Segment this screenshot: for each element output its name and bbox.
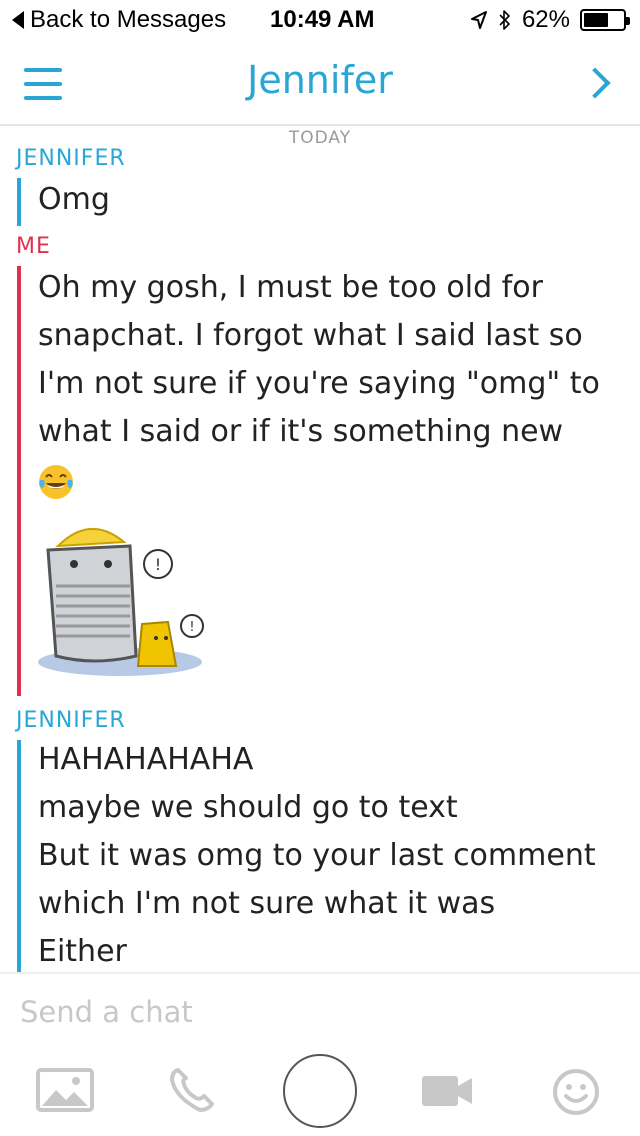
message-text: Omg (38, 176, 110, 224)
status-time: 10:49 AM (270, 6, 375, 33)
battery-level-fill (584, 13, 608, 27)
back-arrow-icon (12, 11, 24, 29)
message-line: Oh my gosh, I must be too old for (38, 270, 543, 305)
composer-divider (0, 972, 640, 974)
message-text: HAHAHAHAHA maybe we should go to text Bu… (38, 736, 596, 976)
tears-of-joy-emoji (39, 465, 73, 499)
location-arrow-icon (470, 11, 487, 29)
chat-header: Jennifer (0, 40, 640, 126)
message-line: HAHAHAHAHA (38, 742, 254, 777)
message-line: which I'm not sure what it was (38, 886, 496, 921)
bluetooth-icon (499, 10, 510, 30)
svg-text:!: ! (189, 620, 194, 635)
camera-shutter-button[interactable] (283, 1054, 357, 1128)
svg-text:!: ! (155, 555, 161, 574)
message-line: snapchat. I forgot what I said last so (38, 318, 583, 353)
battery-icon (580, 9, 630, 31)
confused-trash-can-sticker: ! ! (38, 528, 204, 676)
sender-label-jennifer: JENNIFER (16, 146, 126, 171)
message-line: I'm not sure if you're saying "omg" to (38, 366, 600, 401)
send-chat-input[interactable] (20, 990, 620, 1034)
smiley-icon[interactable] (552, 1068, 600, 1116)
message-line: But it was omg to your last comment (38, 838, 596, 873)
message-line: what I said or if it's something new (38, 414, 564, 449)
date-divider: TODAY (288, 128, 352, 148)
message-bar (17, 178, 21, 226)
video-camera-icon[interactable] (420, 1074, 474, 1108)
status-bar: Back to Messages 10:49 AM 62% (0, 0, 640, 40)
sender-label-jennifer: JENNIFER (16, 708, 126, 733)
message-line: Omg (38, 182, 110, 217)
message-text: Oh my gosh, I must be too old for snapch… (38, 264, 600, 456)
message-line: maybe we should go to text (38, 790, 458, 825)
message-bar (17, 266, 21, 696)
back-to-messages-link[interactable]: Back to Messages (12, 6, 226, 34)
message-bar (17, 740, 21, 972)
image-icon[interactable] (36, 1068, 94, 1112)
back-label: Back to Messages (30, 6, 227, 33)
chat-title[interactable]: Jennifer (0, 58, 640, 102)
message-line: Either (38, 934, 127, 969)
phone-icon[interactable] (168, 1066, 216, 1114)
sender-label-me: ME (16, 234, 51, 259)
battery-percent: 62% (521, 6, 570, 33)
